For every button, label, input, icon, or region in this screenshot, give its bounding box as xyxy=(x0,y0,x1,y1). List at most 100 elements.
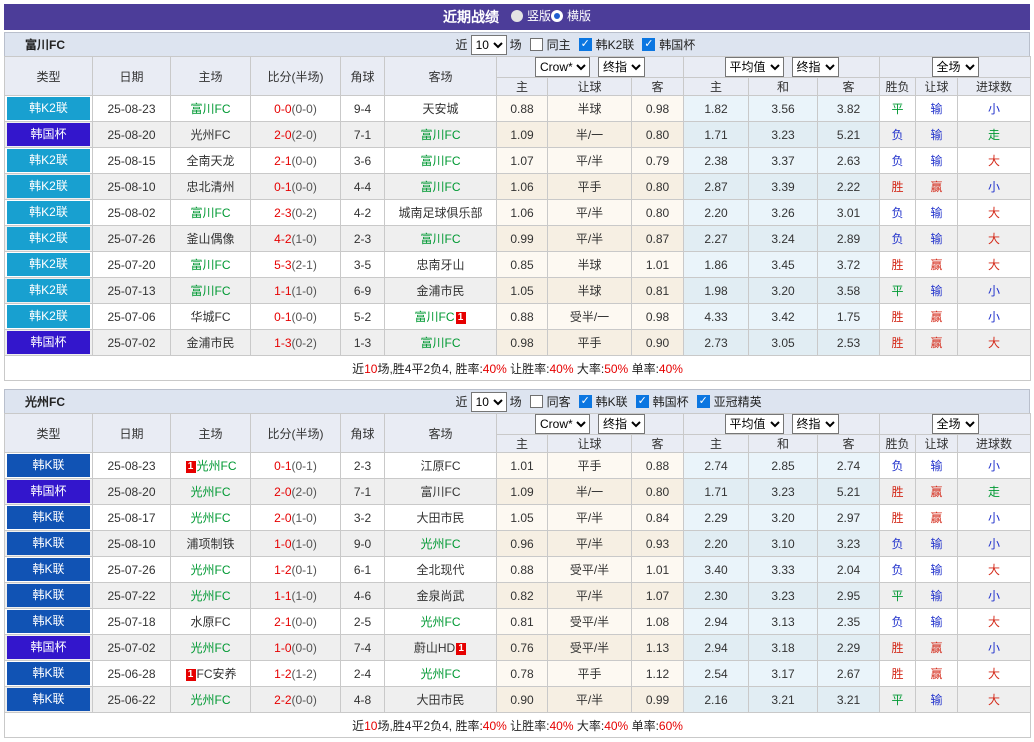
away-team: 全北现代 xyxy=(385,557,497,583)
result-goals: 小 xyxy=(958,583,1031,609)
league-filter-checkbox[interactable] xyxy=(636,395,649,408)
league-filter-checkbox[interactable] xyxy=(642,38,655,51)
league-cell: 韩国杯 xyxy=(5,330,93,356)
league-cell: 韩K联 xyxy=(5,583,93,609)
league-cell: 韩K联 xyxy=(5,661,93,687)
avg-draw: 3.26 xyxy=(749,200,818,226)
result-goals: 大 xyxy=(958,557,1031,583)
match-date: 25-07-22 xyxy=(93,583,171,609)
team-label: 光州FC xyxy=(421,537,461,551)
avg-away: 2.95 xyxy=(818,583,880,609)
avg-source-select[interactable]: 平均值 xyxy=(725,414,784,434)
odds-away: 0.98 xyxy=(632,96,684,122)
summary-stat-label: 场,胜4平2负4, 胜率: xyxy=(377,719,482,733)
avg-draw: 3.13 xyxy=(749,609,818,635)
odds-home: 0.88 xyxy=(497,557,548,583)
col-header-score: 比分(半场) xyxy=(251,414,341,453)
league-cell: 韩K2联 xyxy=(5,226,93,252)
avg-draw: 3.23 xyxy=(749,122,818,148)
avg-home: 2.54 xyxy=(684,661,749,687)
recent-count-select[interactable]: 10 xyxy=(471,392,507,412)
avg-draw: 3.23 xyxy=(749,479,818,505)
odds-company-select[interactable]: Crow* xyxy=(535,57,590,77)
scope-select[interactable]: 全场 xyxy=(932,57,979,77)
team-name: 富川FC xyxy=(25,36,65,53)
result-goals: 大 xyxy=(958,687,1031,713)
score: 5-3(2-1) xyxy=(251,252,341,278)
league-cell: 韩K2联 xyxy=(5,96,93,122)
odds-home: 0.99 xyxy=(497,226,548,252)
home-team: 富川FC xyxy=(171,96,251,122)
avg-stage-select[interactable]: 终指 xyxy=(792,57,839,77)
match-date: 25-06-22 xyxy=(93,687,171,713)
team-label: 光州FC xyxy=(191,693,231,707)
result-outcome: 平 xyxy=(880,687,916,713)
same-venue-checkbox[interactable] xyxy=(530,38,543,51)
league-badge: 韩K联 xyxy=(7,532,90,555)
handicap-line: 受平/半 xyxy=(548,609,632,635)
league-badge: 韩K联 xyxy=(7,688,90,711)
corners: 4-4 xyxy=(341,174,385,200)
league-filter-checkbox[interactable] xyxy=(579,395,592,408)
odds-home: 1.05 xyxy=(497,505,548,531)
league-filter-checkbox[interactable] xyxy=(579,38,592,51)
same-venue-checkbox[interactable] xyxy=(530,395,543,408)
odds-away: 1.12 xyxy=(632,661,684,687)
odds-away: 0.98 xyxy=(632,304,684,330)
avg-source-select[interactable]: 平均值 xyxy=(725,57,784,77)
summary-stat-label: 近 xyxy=(352,719,364,733)
home-team: 华城FC xyxy=(171,304,251,330)
summary-stat-label: 场,胜4平2负4, 胜率: xyxy=(377,362,482,376)
away-team: 光州FC xyxy=(385,661,497,687)
handicap-line: 平/半 xyxy=(548,505,632,531)
team-label: 全北现代 xyxy=(416,563,464,577)
league-filter-label: 亚冠精英 xyxy=(714,393,762,410)
match-date: 25-07-26 xyxy=(93,557,171,583)
result-outcome: 胜 xyxy=(880,330,916,356)
avg-draw: 2.85 xyxy=(749,453,818,479)
filter-controls: 近10场同主韩K2联韩国杯 xyxy=(456,35,696,55)
result-goals: 大 xyxy=(958,609,1031,635)
avg-stage-select[interactable]: 终指 xyxy=(792,414,839,434)
result-handicap: 赢 xyxy=(916,505,958,531)
team-label: 水原FC xyxy=(191,615,231,629)
match-date: 25-08-15 xyxy=(93,148,171,174)
result-outcome: 负 xyxy=(880,609,916,635)
avg-home: 1.82 xyxy=(684,96,749,122)
avg-draw: 3.20 xyxy=(749,505,818,531)
home-team: 釜山偶像 xyxy=(171,226,251,252)
league-cell: 韩K联 xyxy=(5,531,93,557)
avg-away: 3.58 xyxy=(818,278,880,304)
away-team: 蔚山HD1 xyxy=(385,635,497,661)
odds-company-select[interactable]: Crow* xyxy=(535,414,590,434)
layout-radio-horizontal[interactable]: 横版 xyxy=(551,7,591,24)
league-badge: 韩K2联 xyxy=(7,149,90,172)
odds-away: 0.81 xyxy=(632,278,684,304)
recent-count-select[interactable]: 10 xyxy=(471,35,507,55)
odds-home: 1.05 xyxy=(497,278,548,304)
odds-stage-select[interactable]: 终指 xyxy=(598,57,645,77)
odds-stage-select[interactable]: 终指 xyxy=(598,414,645,434)
away-team: 富川FC xyxy=(385,148,497,174)
result-outcome: 负 xyxy=(880,148,916,174)
col-header-date: 日期 xyxy=(93,57,171,96)
summary-stat-value: 40% xyxy=(483,719,507,733)
avg-home: 2.94 xyxy=(684,635,749,661)
result-goals: 小 xyxy=(958,505,1031,531)
scope-select[interactable]: 全场 xyxy=(932,414,979,434)
avg-away: 2.97 xyxy=(818,505,880,531)
match-date: 25-08-20 xyxy=(93,122,171,148)
result-goals: 大 xyxy=(958,148,1031,174)
page-header: 近期战绩 竖版横版 xyxy=(4,4,1030,30)
corners: 2-5 xyxy=(341,609,385,635)
match-date: 25-08-10 xyxy=(93,531,171,557)
match-date: 25-08-17 xyxy=(93,505,171,531)
red-card-icon: 1 xyxy=(186,669,196,681)
league-cell: 韩国杯 xyxy=(5,635,93,661)
odds-away: 1.07 xyxy=(632,583,684,609)
away-team: 富川FC xyxy=(385,330,497,356)
layout-radio-vertical[interactable]: 竖版 xyxy=(511,7,551,24)
league-filter-checkbox[interactable] xyxy=(697,395,710,408)
score: 2-2(0-0) xyxy=(251,687,341,713)
team-label: 天安城 xyxy=(422,102,458,116)
